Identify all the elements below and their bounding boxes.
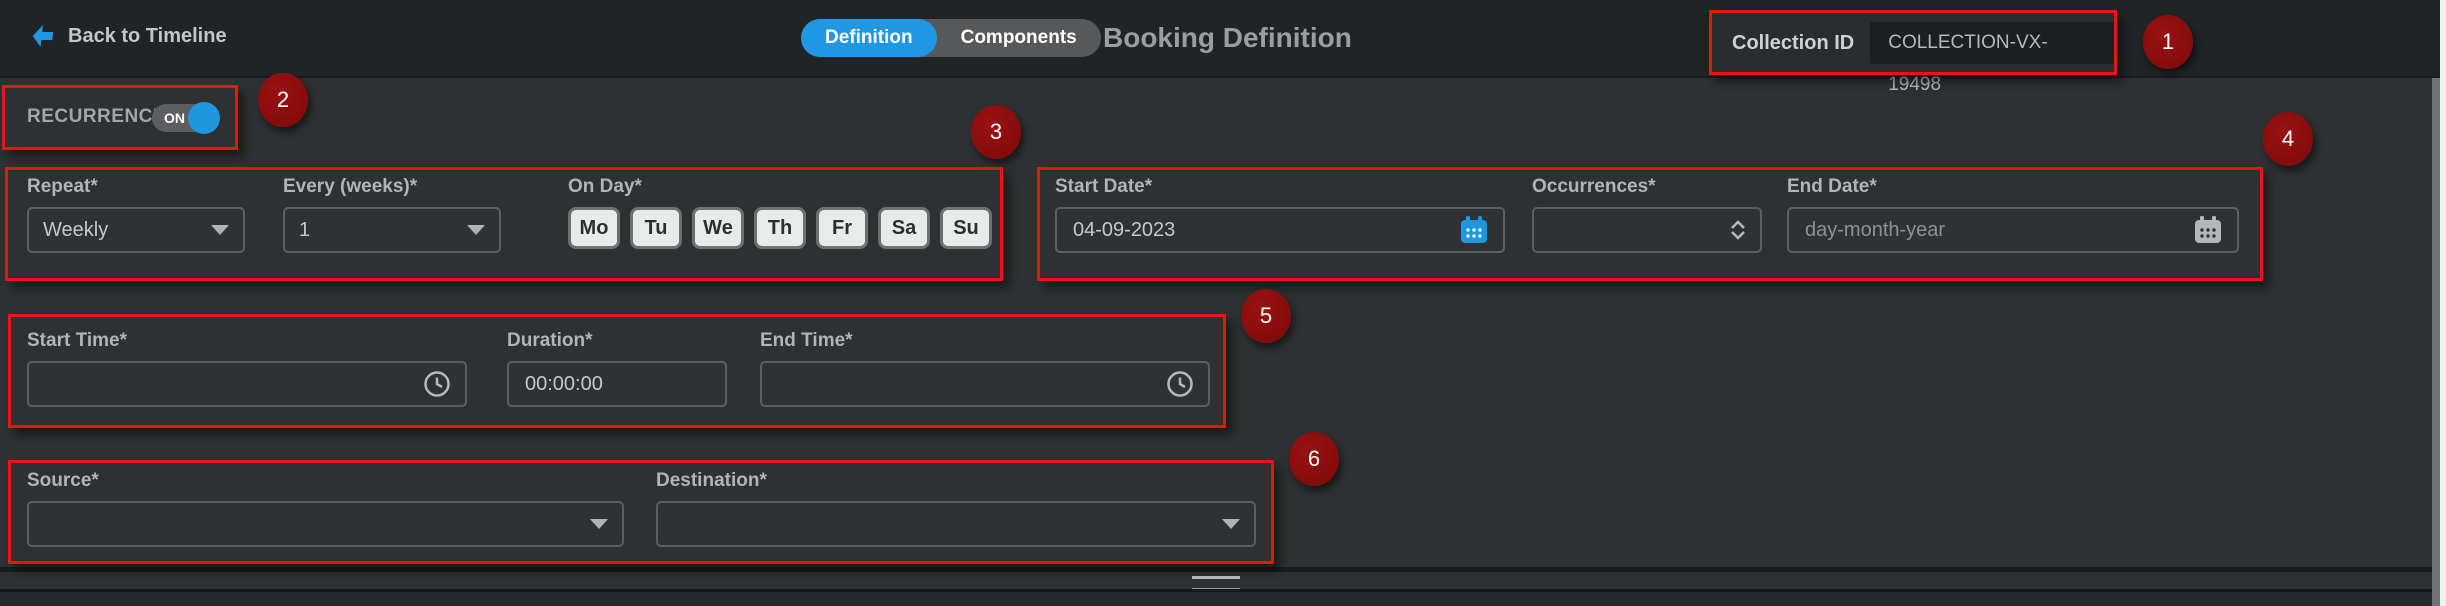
day-button-su[interactable]: Su [940,207,992,249]
occurrences-stepper[interactable] [1730,220,1746,240]
end-date-label: End Date* [1787,176,2239,198]
back-to-timeline-button[interactable]: Back to Timeline [30,24,227,48]
repeat-select[interactable]: Weekly [27,207,245,253]
tab-components[interactable]: Components [937,19,1101,57]
toggle-state-label: ON [164,110,185,126]
view-tab-group: Definition Components [801,19,1101,57]
end-date-input[interactable] [1803,218,2193,243]
repeat-field: Repeat* Weekly [27,176,245,253]
toggle-knob [188,102,220,134]
day-button-fr[interactable]: Fr [816,207,868,249]
every-weeks-value: 1 [299,219,310,242]
annotation-circle-5: 5 [1241,289,1291,343]
recurrences-toggle[interactable]: ON [152,104,218,132]
chevron-down-icon [590,519,608,529]
end-date-input-wrap [1787,207,2239,253]
spinner-up-icon [1730,220,1746,229]
every-weeks-select[interactable]: 1 [283,207,501,253]
occurrences-input-wrap [1532,207,1762,253]
collection-id-value: COLLECTION-VX-19498 [1870,22,2115,64]
calendar-icon[interactable] [2193,215,2223,245]
duration-field: Duration* [507,330,727,407]
booking-definition-screen: Back to Timeline Definition Components B… [0,0,2446,606]
clock-icon[interactable] [1166,370,1194,398]
annotation-circle-2: 2 [258,73,308,127]
source-field: Source* [27,470,624,547]
start-time-field: Start Time* [27,330,467,407]
on-day-field: On Day* MoTuWeThFrSaSu [568,176,998,249]
annotation-circle-4: 4 [2263,112,2313,166]
back-arrow-icon [30,24,56,48]
day-button-tu[interactable]: Tu [630,207,682,249]
back-label: Back to Timeline [68,25,227,48]
day-button-group: MoTuWeThFrSaSu [568,207,998,249]
end-time-input[interactable] [776,372,1166,397]
header-bar: Back to Timeline Definition Components B… [0,0,2440,78]
start-date-input-wrap [1055,207,1505,253]
every-weeks-label: Every (weeks)* [283,176,501,198]
scrollbar-thumb[interactable] [2432,78,2440,606]
duration-input[interactable] [523,372,711,397]
repeat-label: Repeat* [27,176,245,198]
start-date-field: Start Date* [1055,176,1505,253]
annotation-circle-6: 6 [1289,432,1339,486]
annotation-circle-3: 3 [971,105,1021,159]
destination-label: Destination* [656,470,1256,492]
occurrences-label: Occurrences* [1532,176,1762,198]
destination-select[interactable] [656,501,1256,547]
end-time-input-wrap [760,361,1210,407]
scrollbar-track [2440,0,2446,606]
clock-icon[interactable] [423,370,451,398]
source-select[interactable] [27,501,624,547]
end-time-field: End Time* [760,330,1210,407]
spinner-down-icon [1730,231,1746,240]
start-time-input-wrap [27,361,467,407]
chevron-down-icon [467,225,485,235]
start-date-label: Start Date* [1055,176,1505,198]
start-time-label: Start Time* [27,330,467,352]
day-button-mo[interactable]: Mo [568,207,620,249]
start-time-input[interactable] [43,372,423,397]
every-weeks-field: Every (weeks)* 1 [283,176,501,253]
collection-id-group: Collection ID COLLECTION-VX-19498 [1712,12,2115,74]
page-title: Booking Definition [1103,22,1352,54]
calendar-icon[interactable] [1459,215,1489,245]
end-time-label: End Time* [760,330,1210,352]
bottom-strip [0,592,2440,606]
destination-field: Destination* [656,470,1256,547]
duration-input-wrap [507,361,727,407]
day-button-th[interactable]: Th [754,207,806,249]
on-day-label: On Day* [568,176,998,198]
day-button-sa[interactable]: Sa [878,207,930,249]
chevron-down-icon [211,225,229,235]
chevron-down-icon [1222,519,1240,529]
occurrences-input[interactable] [1548,218,1730,243]
duration-label: Duration* [507,330,727,352]
day-button-we[interactable]: We [692,207,744,249]
occurrences-field: Occurrences* [1532,176,1762,253]
end-date-field: End Date* [1787,176,2239,253]
start-date-input[interactable] [1071,218,1459,243]
panel-divider [0,567,2440,572]
collection-id-label: Collection ID [1732,32,1854,55]
tab-definition[interactable]: Definition [801,19,937,57]
source-label: Source* [27,470,624,492]
repeat-value: Weekly [43,219,108,242]
